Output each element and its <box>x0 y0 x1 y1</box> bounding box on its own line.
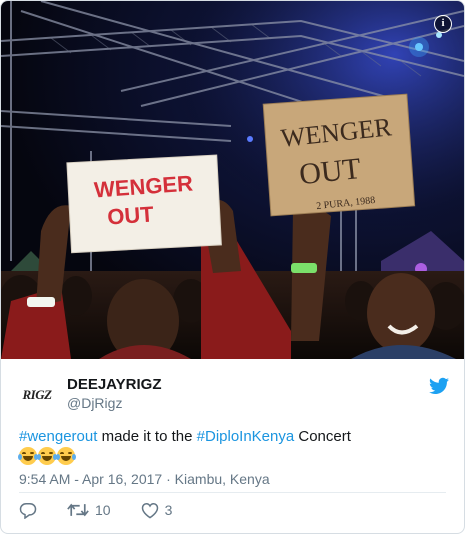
tweet-meta: 9:54 AM - Apr 16, 2017 · Kiambu, Kenya <box>19 471 270 487</box>
concert-photo-illustration: WENGER OUT WENGER OUT 2 PURA, 1988 <box>1 1 464 359</box>
avatar-logo: RIGZ <box>22 387 52 402</box>
reply-icon <box>19 502 37 519</box>
divider <box>19 492 446 493</box>
tweet-text: #wengerout made it to the #DiploInKenya … <box>18 426 449 469</box>
retweet-button[interactable]: 10 <box>67 502 111 518</box>
tears-of-joy-emoji-icon <box>37 447 57 465</box>
tweet-location[interactable]: Kiambu, Kenya <box>175 471 270 487</box>
reply-button[interactable] <box>19 502 37 519</box>
left-sign-line-2: OUT <box>106 201 155 229</box>
like-count: 3 <box>164 502 173 518</box>
tears-of-joy-emoji-icon <box>56 447 76 465</box>
twitter-bird-icon[interactable] <box>429 377 449 395</box>
info-icon[interactable]: i <box>434 15 452 33</box>
like-button[interactable]: 3 <box>141 502 173 519</box>
tweet-actions: 10 3 <box>19 500 202 520</box>
avatar[interactable]: RIGZ <box>19 377 55 413</box>
emoji-row <box>18 447 449 469</box>
tweet-author: RIGZ DEEJAYRIGZ @DjRigz <box>19 373 449 415</box>
author-display-name[interactable]: DEEJAYRIGZ <box>67 376 161 393</box>
retweet-icon <box>67 503 89 517</box>
tweet-photo[interactable]: WENGER OUT WENGER OUT 2 PURA, 1988 i <box>1 1 464 359</box>
tweet-timestamp[interactable]: 9:54 AM - Apr 16, 2017 <box>19 471 162 487</box>
right-sign-line-2: OUT <box>298 152 363 191</box>
hashtag-link-wengerout[interactable]: #wengerout <box>19 428 97 445</box>
meta-separator: · <box>162 471 175 487</box>
tears-of-joy-emoji-icon <box>18 447 38 465</box>
retweet-count: 10 <box>95 502 111 518</box>
tweet-text-segment: Concert <box>294 428 351 445</box>
tweet-card: WENGER OUT WENGER OUT 2 PURA, 1988 i RIG… <box>0 0 465 534</box>
tweet-text-segment: made it to the <box>97 428 197 445</box>
heart-icon <box>141 502 158 518</box>
hashtag-link-diploinkenya[interactable]: #DiploInKenya <box>197 428 295 445</box>
author-handle[interactable]: @DjRigz <box>67 395 122 411</box>
